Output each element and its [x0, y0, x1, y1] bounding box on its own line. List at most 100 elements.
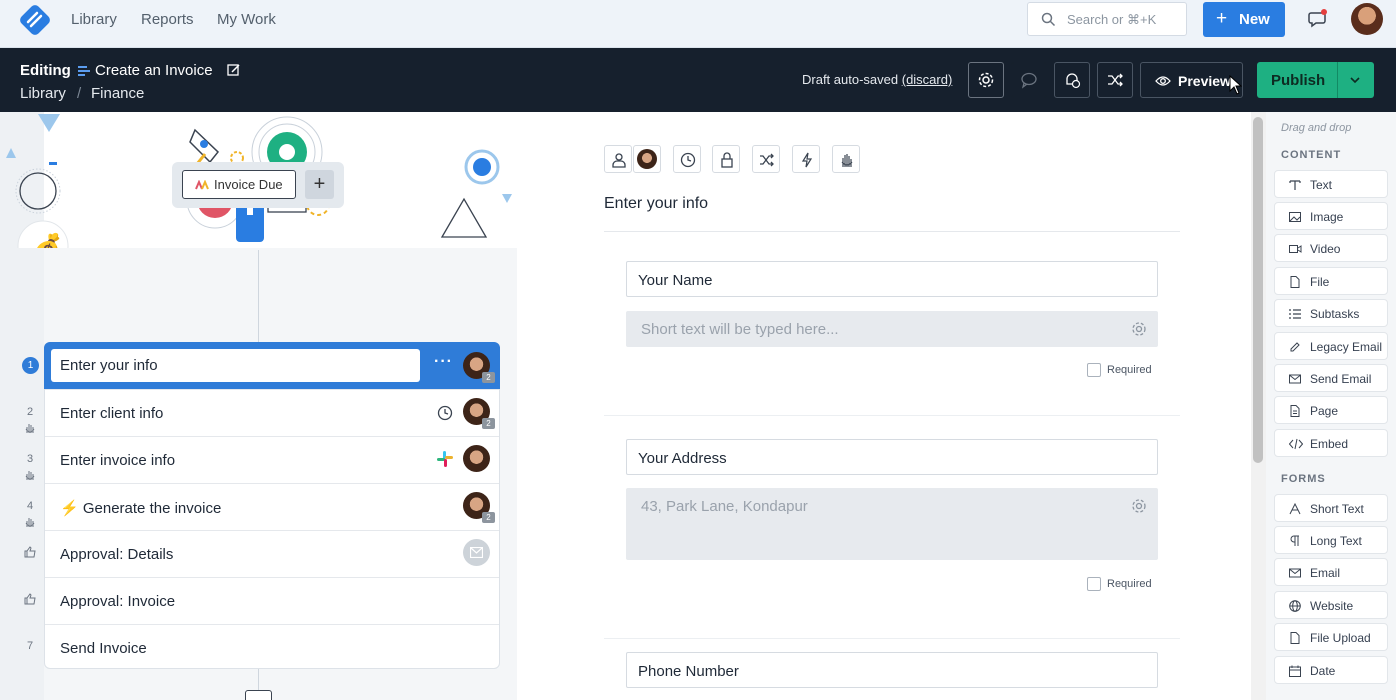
- preview-button[interactable]: Preview: [1140, 62, 1243, 98]
- assignee-avatar[interactable]: [463, 445, 490, 472]
- workflow-title[interactable]: Create an Invoice: [95, 62, 213, 79]
- palette-item-short-text[interactable]: Short Text: [1274, 494, 1388, 522]
- editor-header: Editing Create an Invoice Library / Fina…: [0, 48, 1396, 112]
- assignee-count: 2: [482, 372, 495, 383]
- trigger-invoice-due[interactable]: Invoice Due: [182, 170, 296, 199]
- field-label-input[interactable]: Your Address: [626, 439, 1158, 475]
- scrollbar-thumb[interactable]: [1253, 117, 1263, 463]
- add-trigger-button[interactable]: +: [305, 170, 334, 199]
- comments-button[interactable]: [1011, 62, 1047, 98]
- field-label-input[interactable]: Your Name: [626, 261, 1158, 297]
- palette-item-website[interactable]: Website: [1274, 591, 1388, 619]
- divider: [604, 415, 1180, 416]
- content-heading: CONTENT: [1281, 149, 1342, 161]
- task-row[interactable]: Send Invoice: [45, 624, 499, 671]
- connector-line: [258, 669, 259, 690]
- nav-my-work[interactable]: My Work: [217, 11, 276, 28]
- letter-a-icon: [1289, 503, 1301, 515]
- search-input[interactable]: Search or ⌘+K: [1027, 2, 1187, 36]
- palette-item-page[interactable]: Page: [1274, 396, 1388, 424]
- task-row-active[interactable]: Enter your info ···: [44, 342, 500, 389]
- palette-item-send-email[interactable]: Send Email: [1274, 364, 1388, 392]
- palette-item-subtasks[interactable]: Subtasks: [1274, 299, 1388, 327]
- checkbox[interactable]: [1087, 363, 1101, 377]
- step-number: 3: [27, 453, 34, 465]
- discard-link[interactable]: (discard): [902, 72, 953, 87]
- stop-task-button[interactable]: [832, 145, 860, 173]
- publish-divider: [1337, 62, 1338, 98]
- assignee-count: 2: [482, 512, 495, 523]
- task-row[interactable]: Approval: Details: [45, 530, 499, 577]
- search-icon: [1041, 12, 1056, 27]
- page-icon: [1290, 405, 1300, 417]
- new-button[interactable]: + New: [1203, 2, 1285, 37]
- palette-item-long-text[interactable]: Long Text: [1274, 526, 1388, 554]
- palette-item-legacy-email[interactable]: Legacy Email: [1274, 332, 1388, 360]
- shuffle-icon: [760, 153, 774, 167]
- step-number: 2: [27, 406, 34, 418]
- gear-icon[interactable]: [1131, 498, 1147, 514]
- clock-icon[interactable]: [437, 405, 453, 421]
- nav-library[interactable]: Library: [71, 11, 117, 28]
- long-text-field[interactable]: 43, Park Lane, Kondapur: [626, 488, 1158, 560]
- globe-icon: [1289, 600, 1301, 612]
- mail-icon: [470, 547, 483, 558]
- automation-button[interactable]: [792, 145, 820, 173]
- conditional-logic-button[interactable]: [752, 145, 780, 173]
- nav-reports[interactable]: Reports: [141, 11, 194, 28]
- file-icon: [1290, 632, 1300, 644]
- settings-button[interactable]: [968, 62, 1004, 98]
- breadcrumb-finance[interactable]: Finance: [91, 85, 144, 102]
- due-date-button[interactable]: [673, 145, 701, 173]
- email-avatar[interactable]: [463, 539, 490, 566]
- palette-item-image[interactable]: Image: [1274, 202, 1388, 230]
- user-icon: [612, 153, 626, 168]
- plus-icon: +: [1216, 8, 1228, 29]
- eye-icon: [1155, 76, 1171, 86]
- chevron-down-icon[interactable]: [1349, 75, 1361, 85]
- permissions-button[interactable]: [712, 145, 740, 173]
- hand-icon: [25, 424, 35, 433]
- shuffle-button[interactable]: [1097, 62, 1133, 98]
- bell-clock-icon: [1066, 73, 1081, 89]
- app-logo[interactable]: [20, 5, 50, 35]
- lock-icon: [721, 152, 733, 168]
- add-step-box[interactable]: [245, 690, 272, 700]
- palette-item-text[interactable]: Text: [1274, 170, 1388, 198]
- palette-item-email[interactable]: Email: [1274, 558, 1388, 586]
- step-number: 7: [27, 640, 34, 652]
- thumbs-up-icon: [24, 546, 36, 558]
- comments-icon[interactable]: [1307, 8, 1329, 30]
- short-text-field[interactable]: Short text will be typed here...: [626, 311, 1158, 347]
- thumbs-up-icon: [24, 593, 36, 605]
- task-row[interactable]: Approval: Invoice: [45, 577, 499, 624]
- task-row[interactable]: Enter client info: [45, 389, 499, 436]
- palette-item-video[interactable]: Video: [1274, 234, 1388, 262]
- palette-item-file-upload[interactable]: File Upload: [1274, 623, 1388, 651]
- notifications-button[interactable]: [1054, 62, 1090, 98]
- checkbox[interactable]: [1087, 577, 1101, 591]
- gear-icon[interactable]: [1131, 321, 1147, 337]
- user-avatar[interactable]: [1351, 3, 1383, 35]
- palette-item-embed[interactable]: Embed: [1274, 429, 1388, 457]
- assign-button[interactable]: [604, 145, 632, 173]
- slack-icon[interactable]: [436, 450, 454, 468]
- more-options-icon[interactable]: ···: [434, 353, 453, 371]
- task-row[interactable]: Enter invoice info: [45, 436, 499, 483]
- lightning-icon: ⚡: [60, 500, 79, 517]
- breadcrumb-separator: /: [77, 85, 82, 102]
- workflow-icon: [78, 66, 90, 76]
- field-label-input[interactable]: Phone Number: [626, 652, 1158, 688]
- palette-item-date[interactable]: Date: [1274, 656, 1388, 684]
- breadcrumb-library[interactable]: Library: [20, 85, 66, 102]
- image-icon: [1289, 212, 1301, 222]
- palette-item-file[interactable]: File: [1274, 267, 1388, 295]
- mail-icon: [1289, 374, 1301, 384]
- publish-button[interactable]: Publish: [1257, 62, 1374, 98]
- assignee-avatar-small[interactable]: [633, 145, 661, 173]
- form-title: Enter your info: [604, 195, 709, 212]
- edit-icon[interactable]: [227, 63, 241, 77]
- task-row[interactable]: ⚡ Generate the invoice: [45, 483, 499, 530]
- gear-icon: [978, 72, 994, 88]
- task-name-input[interactable]: Enter your info: [51, 349, 420, 382]
